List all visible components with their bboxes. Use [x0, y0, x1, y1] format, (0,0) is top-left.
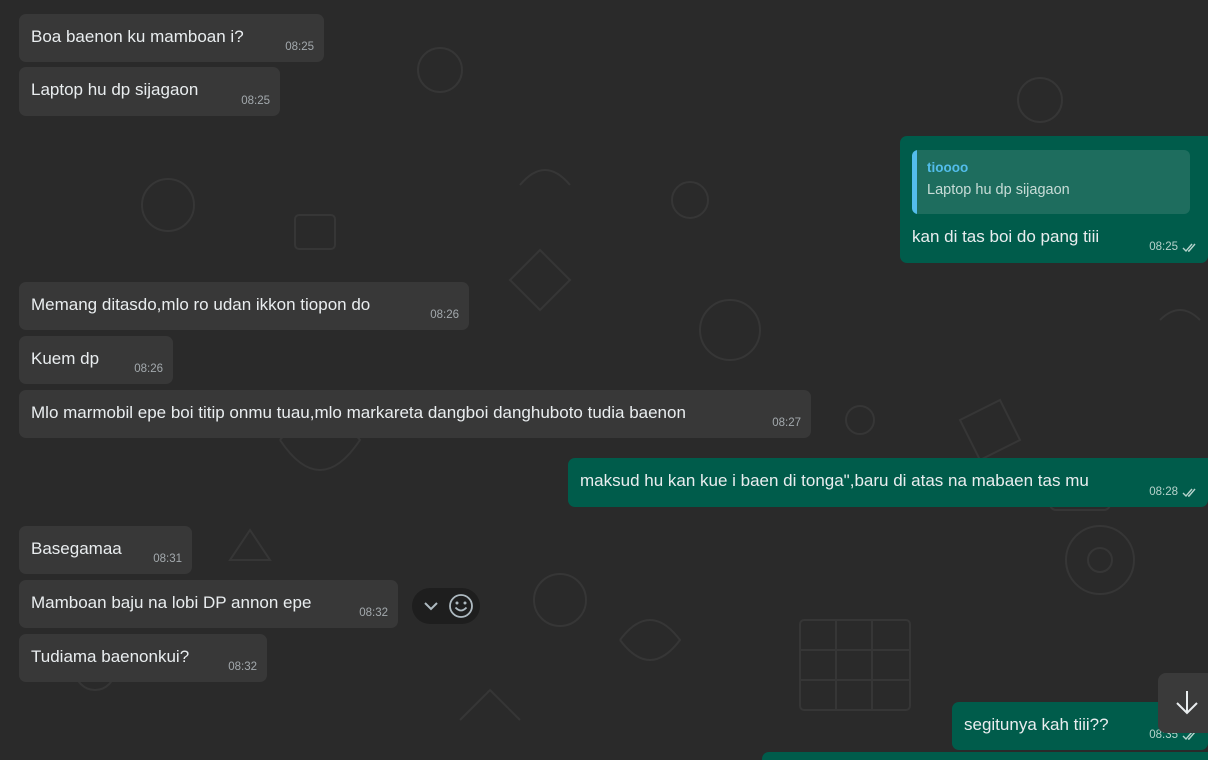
message-text: segitunya kah tiii?? — [964, 715, 1109, 734]
outgoing-message[interactable]: tioooo Laptop hu dp sijagaon kan di tas … — [900, 136, 1208, 263]
outgoing-message-partial[interactable] — [762, 752, 1208, 760]
message-hover-actions — [412, 588, 480, 624]
chevron-down-icon[interactable] — [417, 592, 445, 620]
message-time: 08:32 — [359, 607, 388, 619]
message-time: 08:31 — [153, 553, 182, 565]
incoming-message[interactable]: Tudiama baenonkui? 08:32 — [19, 634, 267, 682]
message-text: Tudiama baenonkui? — [31, 647, 190, 666]
message-time: 08:25 — [285, 41, 314, 53]
double-check-icon — [1182, 243, 1196, 253]
scroll-to-bottom-button[interactable] — [1158, 673, 1208, 733]
double-check-icon — [1182, 488, 1196, 498]
message-text: Mlo marmobil epe boi titip onmu tuau,mlo… — [31, 403, 686, 422]
outgoing-message[interactable]: maksud hu kan kue i baen di tonga",baru … — [568, 458, 1208, 507]
incoming-message[interactable]: Mamboan baju na lobi DP annon epe 08:32 — [19, 580, 398, 628]
message-text: Memang ditasdo,mlo ro udan ikkon tiopon … — [31, 295, 371, 314]
message-time: 08:26 — [430, 309, 459, 321]
message-text: Boa baenon ku mamboan i? — [31, 27, 244, 46]
message-text: Mamboan baju na lobi DP annon epe — [31, 593, 312, 612]
arrow-down-icon — [1176, 691, 1198, 715]
message-list[interactable]: Boa baenon ku mamboan i? 08:25 Laptop hu… — [0, 0, 1208, 760]
message-text: Laptop hu dp sijagaon — [31, 80, 199, 99]
quote-author: tioooo — [927, 160, 969, 175]
message-text: Kuem dp — [31, 349, 100, 368]
emoji-icon[interactable] — [447, 592, 475, 620]
message-text: kan di tas boi do pang tiii — [912, 227, 1100, 246]
incoming-message[interactable]: Boa baenon ku mamboan i? 08:25 — [19, 14, 324, 62]
incoming-message[interactable]: Kuem dp 08:26 — [19, 336, 173, 384]
incoming-message[interactable]: Mlo marmobil epe boi titip onmu tuau,mlo… — [19, 390, 811, 438]
quote-text: Laptop hu dp sijagaon — [927, 182, 1070, 198]
message-time: 08:25 — [1149, 241, 1178, 253]
message-text: maksud hu kan kue i baen di tonga",baru … — [580, 471, 1089, 490]
incoming-message[interactable]: Laptop hu dp sijagaon 08:25 — [19, 67, 280, 116]
message-text: Basegamaa — [31, 539, 122, 558]
message-time: 08:32 — [228, 661, 257, 673]
message-time: 08:26 — [134, 363, 163, 375]
message-time: 08:25 — [241, 95, 270, 107]
message-time: 08:28 — [1149, 486, 1178, 498]
quoted-message[interactable]: tioooo Laptop hu dp sijagaon — [912, 150, 1190, 214]
quote-accent-bar — [912, 150, 917, 214]
incoming-message[interactable]: Basegamaa 08:31 — [19, 526, 192, 574]
message-time: 08:27 — [772, 417, 801, 429]
incoming-message[interactable]: Memang ditasdo,mlo ro udan ikkon tiopon … — [19, 282, 469, 330]
